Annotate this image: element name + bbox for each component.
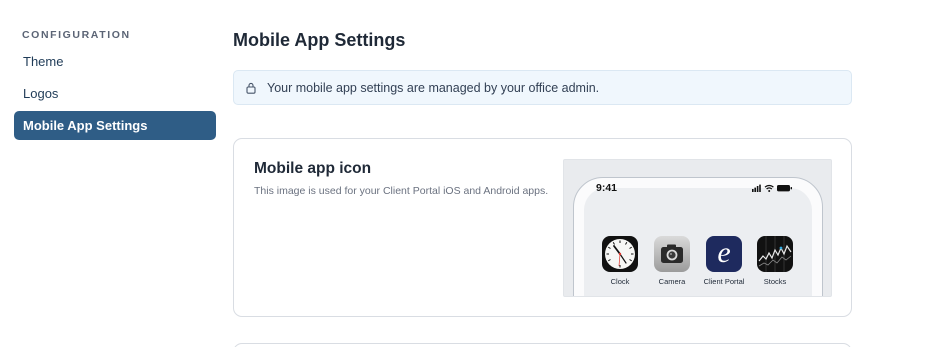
- app-label-stocks: Stocks: [763, 277, 787, 286]
- stocks-icon: [757, 236, 793, 272]
- status-icons: [752, 184, 792, 192]
- app-label-clock: Clock: [610, 277, 630, 286]
- page-title: Mobile App Settings: [233, 30, 406, 50]
- sidebar-item-logos[interactable]: Logos: [14, 79, 216, 108]
- camera-icon: [654, 236, 690, 272]
- notice-text: Your mobile app settings are managed by …: [267, 81, 600, 95]
- admin-notice: Your mobile app settings are managed by …: [233, 70, 852, 105]
- card-description: This image is used for your Client Porta…: [254, 185, 549, 197]
- client-portal-glyph: e: [717, 236, 731, 269]
- app-label-camera: Camera: [658, 277, 686, 286]
- clock-icon: [602, 236, 638, 272]
- next-settings-card: [233, 343, 852, 347]
- sidebar-heading: CONFIGURATION: [22, 29, 131, 41]
- sidebar-item-mobile-app-settings[interactable]: Mobile App Settings: [14, 111, 216, 140]
- lock-icon: [246, 82, 256, 94]
- wifi-icon: [764, 184, 774, 192]
- app-stocks: Stocks: [752, 236, 798, 286]
- phone-preview: 9:41 Clock Camera e Client Portal Stocks: [563, 159, 832, 297]
- app-clock: Clock: [597, 236, 643, 286]
- card-title: Mobile app icon: [254, 160, 372, 177]
- sidebar: CONFIGURATION Theme Logos Mobile App Set…: [0, 0, 225, 347]
- client-portal-icon: e: [706, 236, 742, 272]
- mobile-app-icon-card: Mobile app icon This image is used for y…: [233, 138, 852, 317]
- app-label-client-portal: Client Portal: [703, 277, 745, 286]
- status-time: 9:41: [596, 182, 618, 194]
- signal-icon: [752, 184, 761, 192]
- sidebar-item-theme[interactable]: Theme: [14, 47, 216, 76]
- app-camera: Camera: [649, 236, 695, 286]
- app-client-portal: e Client Portal: [701, 236, 747, 286]
- battery-icon: [777, 185, 792, 192]
